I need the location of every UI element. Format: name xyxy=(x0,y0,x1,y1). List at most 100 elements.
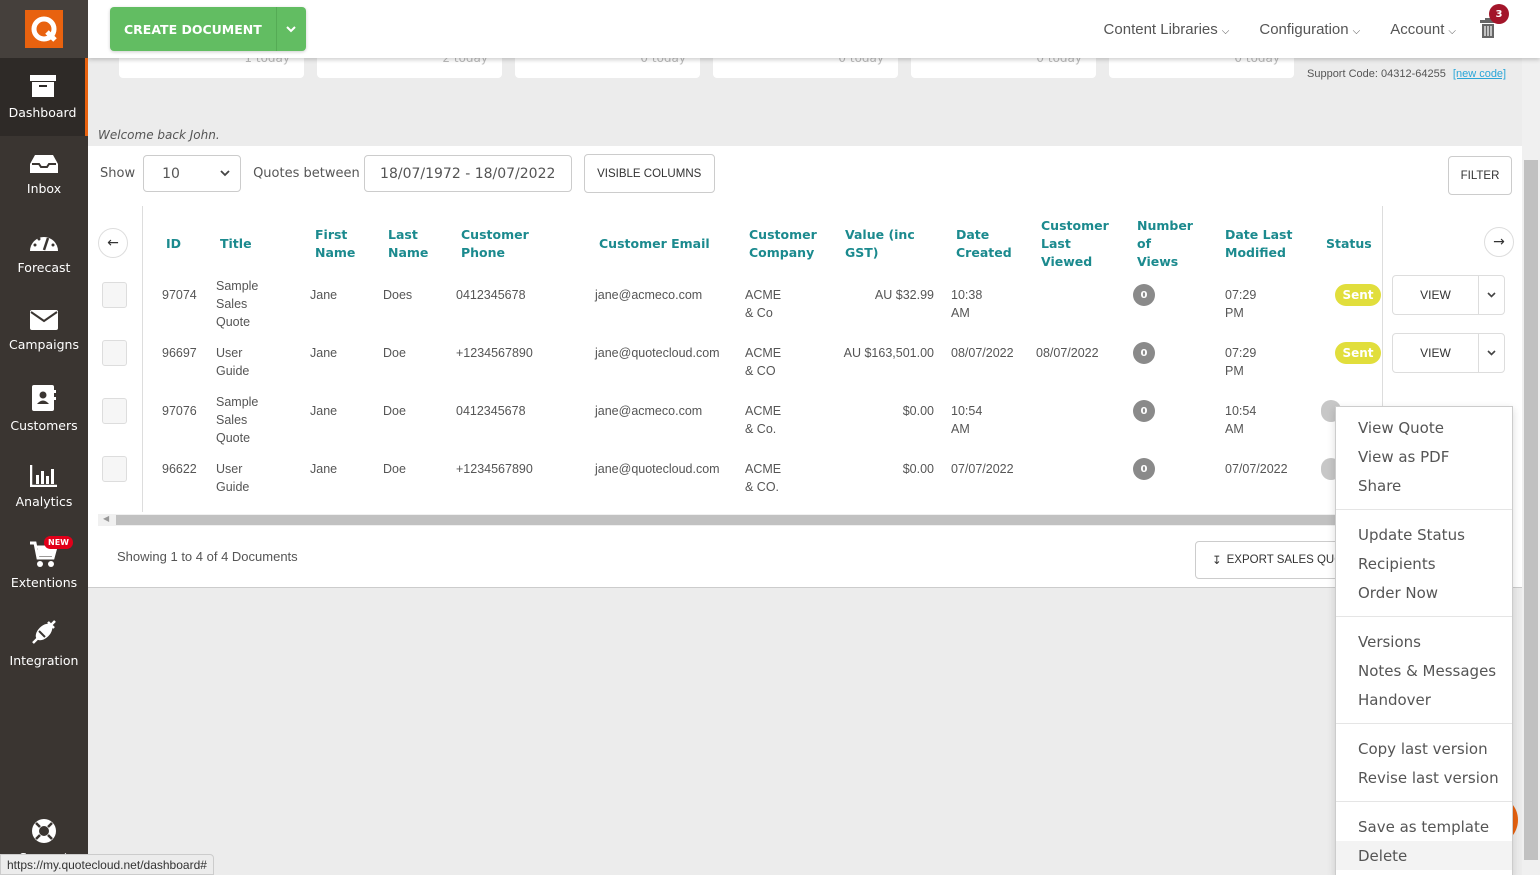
sidebar-item-integration[interactable]: Integration xyxy=(0,604,88,682)
quotecloud-logo-icon xyxy=(25,10,63,48)
row-checkbox[interactable] xyxy=(102,282,127,308)
cell-email[interactable]: jane@quotecloud.com xyxy=(595,344,720,362)
menu-item-save-as-template[interactable]: Save as template xyxy=(1336,812,1512,841)
cell-last-name: Doe xyxy=(383,346,406,360)
scroll-left-arrow-icon[interactable]: ◀ xyxy=(103,514,109,523)
cell-first-name: Jane xyxy=(310,404,338,418)
menu-item-versions[interactable]: Versions xyxy=(1336,627,1512,656)
column-header-id[interactable]: ID xyxy=(166,235,181,253)
view-button[interactable]: VIEW xyxy=(1393,334,1478,372)
row-actions-menu: View Quote View as PDF Share Update Status R… xyxy=(1335,406,1513,875)
sidebar-item-analytics[interactable]: Analytics xyxy=(0,448,88,526)
date-range-input[interactable]: 18/07/1972 - 18/07/2022 xyxy=(363,155,572,192)
menu-configuration[interactable]: Configuration ⌵ xyxy=(1259,21,1360,38)
cell-id: 96697 xyxy=(162,346,197,360)
column-header-first-name[interactable]: First Name xyxy=(315,226,355,262)
cell-email[interactable]: jane@quotecloud.com xyxy=(595,460,720,478)
chevron-down-icon: ⌵ xyxy=(1221,25,1230,37)
column-header-customer-company[interactable]: Customer Company xyxy=(749,226,817,262)
menu-account[interactable]: Account ⌵ xyxy=(1390,21,1456,38)
sidebar-item-inbox[interactable]: Inbox xyxy=(0,136,88,214)
menu-item-share[interactable]: Share xyxy=(1336,471,1512,500)
cell-company: ACME & CO. xyxy=(745,462,782,494)
scroll-left-button[interactable]: ← xyxy=(98,228,128,258)
sidebar-item-customers[interactable]: Customers xyxy=(0,370,88,448)
menu-content-libraries[interactable]: Content Libraries ⌵ xyxy=(1104,21,1230,38)
row-checkbox[interactable] xyxy=(102,398,127,424)
sidebar-item-extentions[interactable]: NEW Extentions xyxy=(0,526,88,604)
sidebar: Dashboard Inbox Forecast Campaigns Custo… xyxy=(0,0,88,875)
row-checkbox[interactable] xyxy=(102,456,127,482)
menu-item-revise-last-version[interactable]: Revise last version xyxy=(1336,763,1512,792)
create-document-label: CREATE DOCUMENT xyxy=(124,21,262,37)
download-icon: ↧ xyxy=(1212,555,1222,567)
visible-columns-button[interactable]: VISIBLE COLUMNS xyxy=(583,154,715,193)
archive-box-icon xyxy=(29,75,56,97)
column-header-date-last-modified[interactable]: Date Last Modified xyxy=(1225,226,1292,262)
chevron-down-icon xyxy=(286,25,296,32)
menu-divider xyxy=(1336,723,1512,724)
views-count-badge: 0 xyxy=(1133,342,1155,364)
create-document-button[interactable]: CREATE DOCUMENT xyxy=(110,7,306,51)
status-badge: Sent xyxy=(1335,284,1381,306)
view-button[interactable]: VIEW xyxy=(1393,276,1478,314)
view-button-group: VIEW xyxy=(1392,275,1505,315)
row-checkbox[interactable] xyxy=(102,340,127,366)
menu-item-copy-last-version[interactable]: Copy last version xyxy=(1336,734,1512,763)
menu-item-order-now[interactable]: Order Now xyxy=(1336,578,1512,607)
column-header-title[interactable]: Title xyxy=(220,235,252,253)
menu-label: Configuration xyxy=(1259,20,1349,38)
view-button-group: VIEW xyxy=(1392,333,1505,373)
vertical-scrollbar-thumb[interactable] xyxy=(1524,160,1538,860)
view-options-toggle[interactable] xyxy=(1478,334,1504,372)
menu-divider xyxy=(1336,801,1512,802)
cell-email[interactable]: jane@acmeco.com xyxy=(595,286,702,304)
column-header-customer-phone[interactable]: Customer Phone xyxy=(461,226,529,262)
scroll-right-button[interactable]: → xyxy=(1484,227,1514,257)
cell-phone: +1234567890 xyxy=(456,462,533,476)
column-header-last-name[interactable]: Last Name xyxy=(388,226,428,262)
menu-item-view-quote[interactable]: View Quote xyxy=(1336,413,1512,442)
cell-title: Sample Sales Quote xyxy=(216,395,259,445)
cell-email[interactable]: jane@acmeco.com xyxy=(595,402,702,420)
sidebar-item-dashboard[interactable]: Dashboard xyxy=(0,58,88,136)
new-code-link[interactable]: [new code] xyxy=(1453,68,1506,80)
horizontal-scrollbar[interactable]: ◀ xyxy=(98,514,1346,526)
page-size-value: 10 xyxy=(162,165,180,182)
column-header-status[interactable]: Status xyxy=(1326,235,1372,253)
column-header-customer-last-viewed[interactable]: Customer Last Viewed xyxy=(1041,217,1109,271)
create-dropdown-toggle[interactable] xyxy=(275,7,306,51)
export-label: EXPORT SALES QUO xyxy=(1226,554,1344,566)
sidebar-item-forecast[interactable]: Forecast xyxy=(0,214,88,292)
column-header-date-created[interactable]: Date Created xyxy=(956,226,1012,262)
cell-phone: +1234567890 xyxy=(456,346,533,360)
export-sales-quotes-button[interactable]: ↧ EXPORT SALES QUO xyxy=(1195,541,1355,579)
bar-chart-icon xyxy=(30,465,57,487)
trash-count-badge: 3 xyxy=(1489,4,1509,24)
menu-item-view-as-pdf[interactable]: View as PDF xyxy=(1336,442,1512,471)
cell-value: AU $32.99 xyxy=(874,288,934,302)
menu-item-handover[interactable]: Handover xyxy=(1336,685,1512,714)
sidebar-item-campaigns[interactable]: Campaigns xyxy=(0,292,88,370)
logo[interactable] xyxy=(0,0,88,58)
menu-item-update-status[interactable]: Update Status xyxy=(1336,520,1512,549)
column-header-customer-email[interactable]: Customer Email xyxy=(599,235,710,253)
menu-item-notes-messages[interactable]: Notes & Messages xyxy=(1336,656,1512,685)
view-options-toggle[interactable] xyxy=(1478,276,1504,314)
status-bar-url: https://my.quotecloud.net/dashboard# xyxy=(0,854,214,875)
plug-icon xyxy=(32,620,56,644)
sidebar-item-label: Campaigns xyxy=(8,337,79,352)
column-header-value[interactable]: Value (inc GST) xyxy=(845,226,915,262)
cell-date-created: 10:54 AM xyxy=(951,404,983,436)
menu-item-delete[interactable]: Delete xyxy=(1336,841,1512,870)
filter-button[interactable]: FILTER xyxy=(1448,156,1512,195)
cell-last-name: Doe xyxy=(383,404,406,418)
column-header-number-of-views[interactable]: Number of Views xyxy=(1137,217,1193,271)
page-size-select[interactable]: 10 xyxy=(143,155,242,192)
scrollbar-thumb[interactable] xyxy=(116,515,1346,525)
trash-button[interactable]: 3 xyxy=(1480,4,1509,40)
menu-item-recipients[interactable]: Recipients xyxy=(1336,549,1512,578)
cell-date-created: 10:38 AM xyxy=(951,288,983,320)
chevron-down-icon: ⌵ xyxy=(1352,25,1361,37)
cell-value: AU $163,501.00 xyxy=(843,346,934,360)
